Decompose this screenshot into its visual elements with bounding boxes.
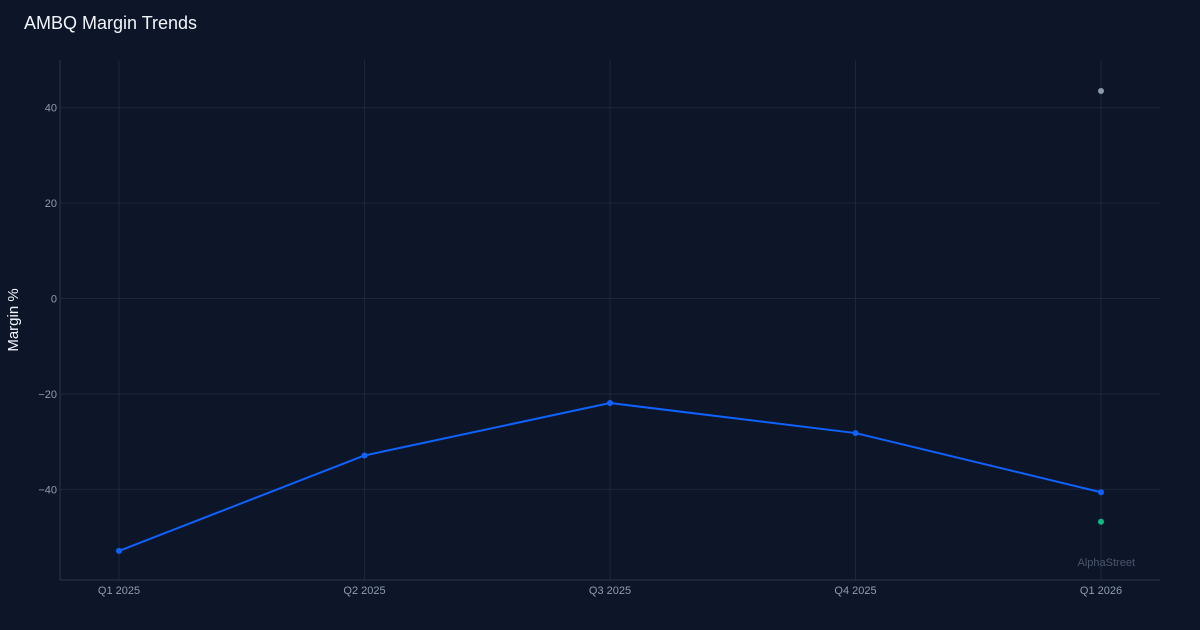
margin-trend-chart: 40 20 0 −20 −40 Q1 2025 Q2 2025 Q3 2025 Q4 2025 Q… [5, 60, 1160, 597]
data-point-2 [1098, 518, 1104, 525]
x-tick-label: Q3 2025 [589, 585, 631, 597]
data-point-0 [361, 452, 368, 459]
x-tick-label: Q2 2025 [343, 585, 385, 597]
y-tick-label: −40 [38, 484, 57, 496]
x-tick-label: Q4 2025 [834, 585, 876, 597]
y-tick-label: 40 [45, 103, 57, 115]
y-tick-label: 0 [51, 294, 57, 306]
data-point-0 [852, 430, 859, 437]
data-point-0 [607, 400, 613, 407]
x-tick-label: Q1 2025 [98, 585, 140, 597]
data-point-0 [1098, 489, 1104, 496]
data-point-0 [116, 547, 122, 554]
x-tick-label: Q1 2026 [1080, 585, 1122, 597]
grid-layer [60, 60, 1160, 580]
watermark: AlphaStreet [1078, 557, 1135, 569]
y-tick-label: −20 [38, 389, 57, 401]
y-axis-label: Margin % [5, 288, 22, 351]
data-point-1 [1098, 88, 1104, 95]
y-tick-label: 20 [45, 198, 57, 210]
